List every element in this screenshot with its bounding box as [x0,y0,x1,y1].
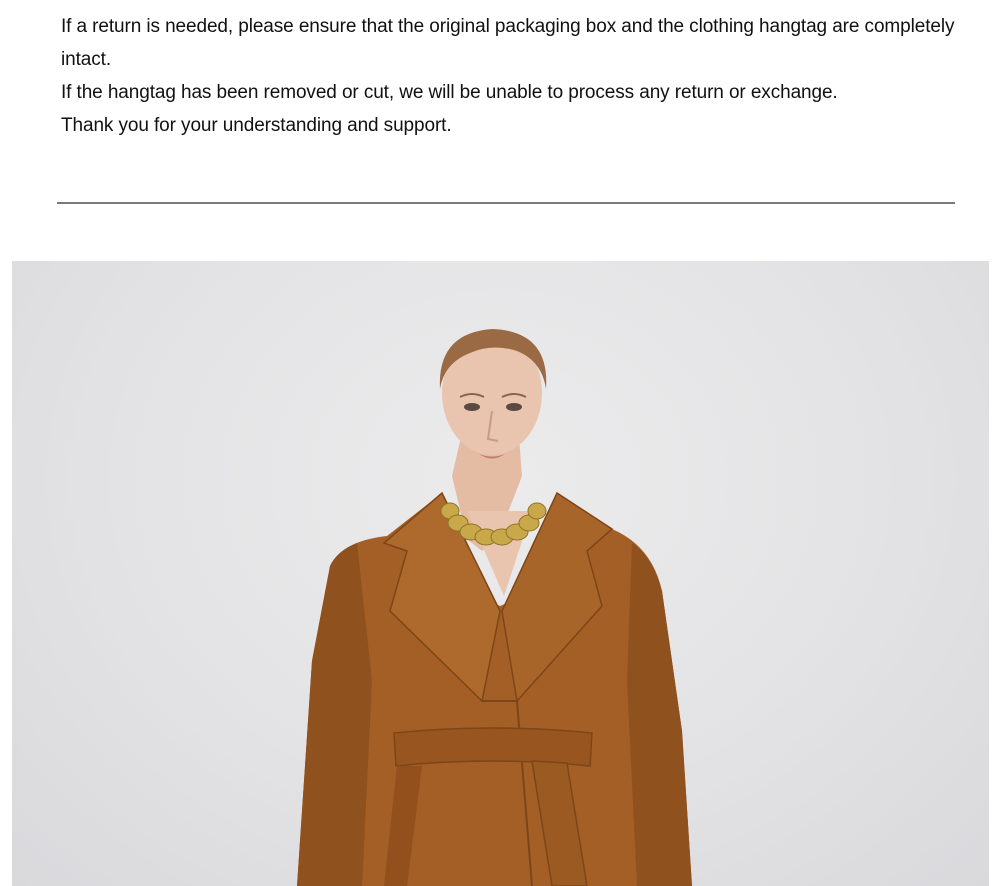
model-illustration [297,329,692,886]
notice-line-packaging: If a return is needed, please ensure tha… [61,16,955,70]
product-detail-page: If a return is needed, please ensure tha… [0,0,1000,886]
product-photo [12,261,989,886]
coat-belt [393,727,593,767]
notice-line-hangtag: If the hangtag has been removed or cut, … [61,82,838,103]
notice-line-thanks: Thank you for your understanding and sup… [61,115,452,136]
section-divider [57,202,955,204]
return-policy-notice: If a return is needed, please ensure tha… [61,10,971,142]
